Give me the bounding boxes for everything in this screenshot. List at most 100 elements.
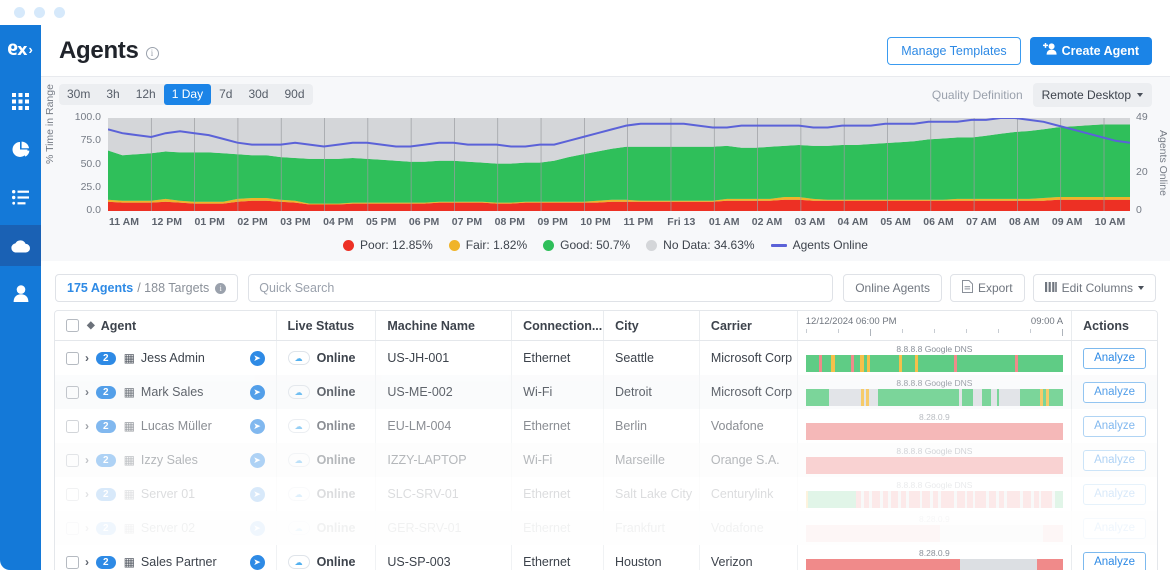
page-title-info-icon[interactable]: i	[146, 47, 159, 60]
timeline-segment	[869, 389, 878, 406]
agent-count-info-icon[interactable]: i	[215, 283, 226, 294]
chart-legend-item[interactable]: No Data: 34.63%	[646, 238, 754, 252]
chart-legend-label: Poor: 12.85%	[360, 238, 433, 252]
app-logo[interactable]: x9 ›	[0, 25, 41, 74]
agent-count-badge[interactable]: 175 Agents / 188 Targets i	[55, 274, 238, 302]
analyze-button[interactable]: Analyze	[1083, 450, 1146, 471]
cell-agent[interactable]: ›2▦Server 02➤	[55, 511, 277, 545]
sort-icon[interactable]: ◆	[87, 320, 95, 331]
chevron-down-icon	[1138, 286, 1144, 290]
row-checkbox[interactable]	[66, 556, 79, 569]
table-header-connection---[interactable]: Connection...	[512, 311, 604, 340]
time-range-90d[interactable]: 90d	[276, 84, 312, 105]
analyze-button[interactable]: Analyze	[1083, 552, 1146, 570]
table-header-live-status[interactable]: Live Status	[277, 311, 377, 340]
cell-timeline[interactable]: 8.28.0.9	[798, 409, 1072, 443]
cell-timeline[interactable]: 8.8.8.8 Google DNS	[798, 477, 1072, 511]
expand-row-chevron-icon[interactable]: ›	[85, 453, 89, 467]
cell-live-status: ☁Online	[277, 443, 377, 477]
window-minimize-dot[interactable]	[34, 7, 45, 18]
search-input[interactable]: Quick Search	[248, 274, 833, 302]
chart-legend-item[interactable]: Poor: 12.85%	[343, 238, 433, 252]
analyze-button[interactable]: Analyze	[1083, 518, 1146, 539]
cell-agent[interactable]: ›2▦Sales Partner➤	[55, 545, 277, 570]
table-header-actions[interactable]: Actions	[1072, 311, 1157, 340]
open-agent-arrow-icon[interactable]: ➤	[250, 453, 265, 468]
row-checkbox[interactable]	[66, 420, 79, 433]
open-agent-arrow-icon[interactable]: ➤	[250, 351, 265, 366]
row-checkbox[interactable]	[66, 488, 79, 501]
cell-agent[interactable]: ›2▦Jess Admin➤	[55, 341, 277, 375]
pie-chart-icon	[12, 141, 30, 159]
export-button[interactable]: Export	[950, 274, 1025, 302]
open-agent-arrow-icon[interactable]: ➤	[250, 385, 265, 400]
row-checkbox[interactable]	[66, 386, 79, 399]
window-maximize-dot[interactable]	[54, 7, 65, 18]
time-range-7d[interactable]: 7d	[211, 84, 240, 105]
cell-agent[interactable]: ›2▦Izzy Sales➤	[55, 443, 277, 477]
table-row[interactable]: ›2▦Sales Partner➤☁OnlineUS-SP-003Etherne…	[55, 545, 1157, 570]
row-checkbox[interactable]	[66, 352, 79, 365]
cell-machine-name: US-JH-001	[376, 341, 512, 375]
table-header-agent[interactable]: ◆Agent	[55, 311, 277, 340]
cloud-status-icon: ☁	[288, 487, 310, 501]
analyze-button[interactable]: Analyze	[1083, 382, 1146, 403]
create-agent-button[interactable]: Create Agent	[1030, 37, 1152, 65]
cell-timeline[interactable]: 8.8.8.8 Google DNS	[798, 443, 1072, 477]
select-all-checkbox[interactable]	[66, 319, 79, 332]
table-header-machine-name[interactable]: Machine Name	[376, 311, 512, 340]
sidebar-item-reports[interactable]	[0, 129, 41, 170]
chart-legend-item[interactable]: Fair: 1.82%	[449, 238, 527, 252]
chart-legend-item[interactable]: Agents Online	[771, 238, 868, 252]
sidebar-expand-chevron-icon[interactable]: ›	[29, 42, 33, 57]
cell-agent[interactable]: ›2▦Server 01➤	[55, 477, 277, 511]
table-row[interactable]: ›2▦Server 01➤☁OnlineSLC-SRV-01EthernetSa…	[55, 477, 1157, 511]
time-range-1-day[interactable]: 1 Day	[164, 84, 211, 105]
open-agent-arrow-icon[interactable]: ➤	[250, 555, 265, 570]
time-range-3h[interactable]: 3h	[98, 84, 127, 105]
analyze-button[interactable]: Analyze	[1083, 484, 1146, 505]
time-range-12h[interactable]: 12h	[128, 84, 164, 105]
cell-timeline[interactable]: 8.8.8.8 Google DNS	[798, 341, 1072, 375]
chart-legend-item[interactable]: Good: 50.7%	[543, 238, 630, 252]
expand-row-chevron-icon[interactable]: ›	[85, 487, 89, 501]
expand-row-chevron-icon[interactable]: ›	[85, 555, 89, 569]
window-close-dot[interactable]	[14, 7, 25, 18]
cell-timeline[interactable]: 8.8.8.8 Google DNS	[798, 375, 1072, 409]
analyze-button[interactable]: Analyze	[1083, 416, 1146, 437]
row-checkbox[interactable]	[66, 522, 79, 535]
cell-timeline[interactable]: 8.28.0.9	[798, 545, 1072, 570]
table-row[interactable]: ›2▦Mark Sales➤☁OnlineUS-ME-002Wi-FiDetro…	[55, 375, 1157, 409]
table-row[interactable]: ›2▦Lucas Müller➤☁OnlineEU-LM-004Ethernet…	[55, 409, 1157, 443]
open-agent-arrow-icon[interactable]: ➤	[250, 521, 265, 536]
export-icon	[962, 280, 973, 296]
table-body: ›2▦Jess Admin➤☁OnlineUS-JH-001EthernetSe…	[55, 341, 1157, 570]
logo-mark: x9	[8, 40, 27, 59]
analyze-button[interactable]: Analyze	[1083, 348, 1146, 369]
expand-row-chevron-icon[interactable]: ›	[85, 521, 89, 535]
time-range-30d[interactable]: 30d	[240, 84, 276, 105]
online-agents-button[interactable]: Online Agents	[843, 274, 942, 302]
cell-agent[interactable]: ›2▦Mark Sales➤	[55, 375, 277, 409]
sidebar-item-list[interactable]	[0, 177, 41, 218]
sidebar-item-agents[interactable]	[0, 225, 41, 266]
table-row[interactable]: ›2▦Jess Admin➤☁OnlineUS-JH-001EthernetSe…	[55, 341, 1157, 375]
row-checkbox[interactable]	[66, 454, 79, 467]
expand-row-chevron-icon[interactable]: ›	[85, 419, 89, 433]
table-header-city[interactable]: City	[604, 311, 700, 340]
manage-templates-button[interactable]: Manage Templates	[887, 37, 1020, 65]
table-header-carrier[interactable]: Carrier	[700, 311, 798, 340]
open-agent-arrow-icon[interactable]: ➤	[250, 419, 265, 434]
sidebar-item-dashboard[interactable]	[0, 81, 41, 122]
edit-columns-button[interactable]: Edit Columns	[1033, 274, 1156, 302]
table-row[interactable]: ›2▦Server 02➤☁OnlineGER-SRV-01EthernetFr…	[55, 511, 1157, 545]
expand-row-chevron-icon[interactable]: ›	[85, 385, 89, 399]
cell-timeline[interactable]: 8.28.0.9	[798, 511, 1072, 545]
sidebar-item-account[interactable]	[0, 273, 41, 314]
table-row[interactable]: ›2▦Izzy Sales➤☁OnlineIZZY-LAPTOPWi-FiMar…	[55, 443, 1157, 477]
quality-definition-select[interactable]: Remote Desktop	[1033, 83, 1152, 107]
open-agent-arrow-icon[interactable]: ➤	[250, 487, 265, 502]
expand-row-chevron-icon[interactable]: ›	[85, 351, 89, 365]
time-range-30m[interactable]: 30m	[59, 84, 98, 105]
cell-agent[interactable]: ›2▦Lucas Müller➤	[55, 409, 277, 443]
